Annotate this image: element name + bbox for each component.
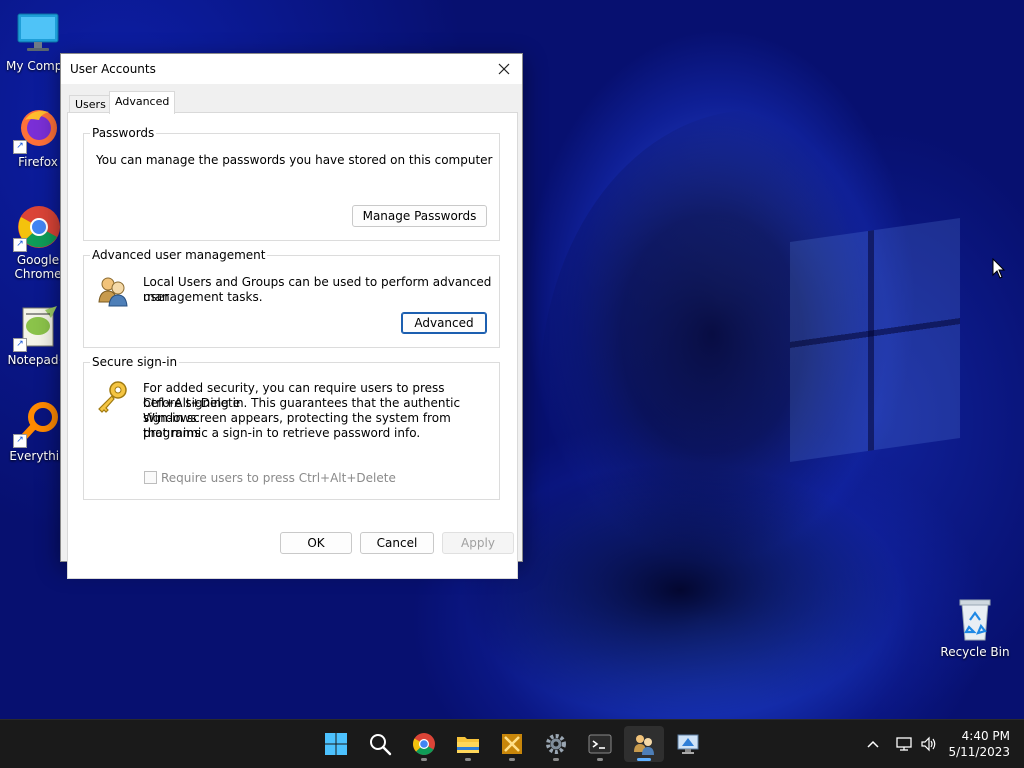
key-icon: [94, 379, 130, 415]
network-icon[interactable]: [895, 735, 913, 753]
settings-icon: [546, 734, 566, 754]
secure-signin-group: Secure sign-in For added security, you c…: [83, 355, 500, 500]
remote-desktop-icon: [677, 734, 699, 754]
user-accounts-dialog: User Accounts Users Advanced Passwords Y…: [60, 53, 523, 579]
taskbar-terminal[interactable]: [580, 726, 620, 762]
passwords-description: You can manage the passwords you have st…: [96, 153, 493, 167]
firefox-icon: ↗: [13, 106, 61, 154]
taskbar-chrome[interactable]: [404, 726, 444, 762]
desktop-icon-label: Recycle Bin: [940, 645, 1010, 659]
clock-date: 5/11/2023: [948, 745, 1010, 759]
recycle-bin-icon: [952, 596, 998, 642]
mouse-cursor-icon: [992, 257, 1006, 283]
clock-time: 4:40 PM: [961, 729, 1010, 743]
search-icon: [370, 734, 392, 756]
advanced-user-management-desc-line2: management tasks.: [143, 290, 263, 304]
computer-icon: [15, 10, 61, 56]
ok-button[interactable]: OK: [280, 532, 352, 554]
everything-search-icon: ↗: [13, 400, 61, 448]
start-icon: [325, 733, 347, 755]
passwords-group: Passwords You can manage the passwords y…: [83, 126, 500, 241]
start-button[interactable]: [316, 726, 356, 762]
chevron-up-icon[interactable]: [866, 737, 880, 751]
require-ctrl-alt-del-checkbox[interactable]: Require users to press Ctrl+Alt+Delete: [144, 471, 396, 485]
file-explorer-icon: [457, 737, 479, 753]
passwords-legend: Passwords: [90, 126, 157, 140]
apply-button[interactable]: Apply: [442, 532, 514, 554]
taskbar-settings[interactable]: [536, 726, 576, 762]
taskbar-clock[interactable]: 4:40 PM 5/11/2023: [948, 728, 1010, 760]
taskbar: 4:40 PM 5/11/2023: [0, 719, 1024, 768]
ftp-client-icon: [502, 734, 522, 754]
taskbar-search-button[interactable]: [360, 726, 400, 762]
manage-passwords-button[interactable]: Manage Passwords: [352, 205, 487, 227]
chrome-icon: ↗: [13, 204, 61, 252]
close-icon: [498, 63, 510, 75]
close-button[interactable]: [490, 56, 518, 82]
user-accounts-icon: [634, 735, 654, 755]
secure-signin-legend: Secure sign-in: [90, 355, 180, 369]
advanced-user-management-group: Advanced user management Local Users and…: [83, 248, 500, 348]
taskbar-ftp-client[interactable]: [492, 726, 532, 762]
dialog-title: User Accounts: [70, 62, 156, 76]
taskbar-remote-desktop[interactable]: [668, 726, 708, 762]
advanced-button[interactable]: Advanced: [401, 312, 487, 334]
volume-icon[interactable]: [920, 735, 938, 753]
dialog-titlebar[interactable]: User Accounts: [61, 54, 522, 84]
tab-advanced[interactable]: Advanced: [109, 91, 176, 114]
checkbox-label: Require users to press Ctrl+Alt+Delete: [161, 471, 396, 485]
advanced-tab-panel: Passwords You can manage the passwords y…: [67, 112, 518, 579]
taskbar-user-accounts[interactable]: [624, 726, 664, 762]
notepad-plus-icon: ↗: [13, 304, 61, 352]
chrome-icon: [413, 733, 435, 755]
taskbar-file-explorer[interactable]: [448, 726, 488, 762]
terminal-icon: [588, 734, 612, 754]
desktop-icon-recycle-bin[interactable]: Recycle Bin: [937, 596, 1013, 659]
checkbox-box[interactable]: [144, 471, 157, 484]
users-group-icon: [96, 274, 130, 308]
advanced-user-management-legend: Advanced user management: [90, 248, 268, 262]
cancel-button[interactable]: Cancel: [360, 532, 434, 554]
secure-signin-text-line4: that mimic a sign-in to retrieve passwor…: [143, 426, 421, 440]
